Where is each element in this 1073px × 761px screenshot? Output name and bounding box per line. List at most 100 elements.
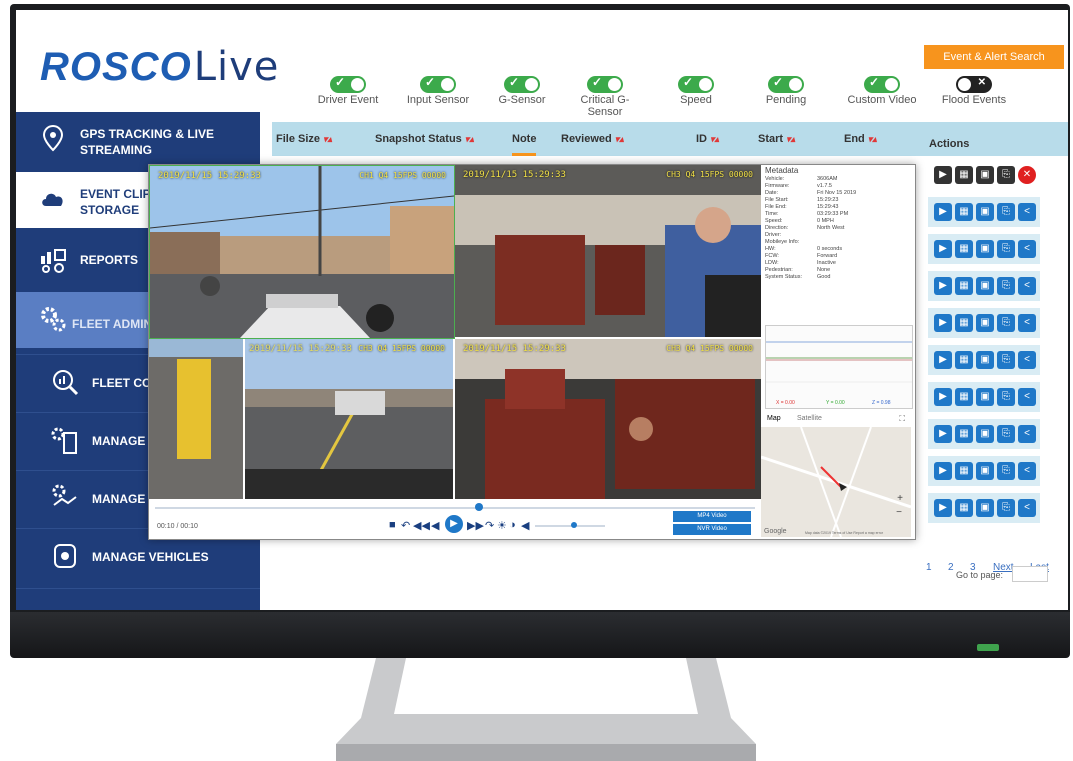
- share-icon[interactable]: <: [1018, 499, 1036, 517]
- camera-interior-driver-view[interactable]: 2019/11/15 15:29:33 CH3 Q4 15FPS 00000: [455, 165, 761, 337]
- thumbnails-icon[interactable]: ▦: [955, 240, 973, 258]
- thumbnails-icon[interactable]: ▦: [955, 388, 973, 406]
- download-icon[interactable]: ⎘: [997, 499, 1015, 517]
- toggle-speed[interactable]: ✓ Speed: [656, 75, 736, 106]
- play-icon[interactable]: ▶: [934, 240, 952, 258]
- download-icon[interactable]: ⎘: [997, 166, 1015, 184]
- thumbnails-icon[interactable]: ▦: [955, 314, 973, 332]
- play-icon[interactable]: ▶: [934, 499, 952, 517]
- download-icon[interactable]: ⎘: [997, 462, 1015, 480]
- progress-handle[interactable]: [475, 503, 483, 511]
- toggle-flood-events[interactable]: ✕ Flood Events: [934, 76, 1014, 106]
- col-snapshot-status[interactable]: Snapshot Status ▾▴: [375, 133, 474, 145]
- rewind-icon[interactable]: ◀◀: [413, 519, 430, 532]
- thumbnails-icon[interactable]: ▦: [955, 425, 973, 443]
- thumbnails-icon[interactable]: ▦: [955, 277, 973, 295]
- volume-slider[interactable]: [535, 525, 605, 527]
- image-icon[interactable]: ▣: [976, 351, 994, 369]
- toggle-driver-event[interactable]: ✓ Driver Event: [308, 75, 388, 106]
- play-icon[interactable]: ▶: [934, 203, 952, 221]
- image-icon[interactable]: ▣: [976, 462, 994, 480]
- download-icon[interactable]: ⎘: [997, 203, 1015, 221]
- image-icon[interactable]: ▣: [976, 240, 994, 258]
- col-file-size[interactable]: File Size ▾▴: [276, 133, 332, 145]
- page-1[interactable]: 1: [926, 562, 932, 573]
- camera-side-view[interactable]: [149, 339, 243, 499]
- event-alert-search-button[interactable]: Event & Alert Search: [924, 45, 1064, 69]
- brightness-icon[interactable]: ☀: [497, 519, 507, 532]
- image-icon[interactable]: ▣: [976, 166, 994, 184]
- volume-handle[interactable]: [571, 522, 577, 528]
- image-icon[interactable]: ▣: [976, 277, 994, 295]
- sidebar-item-gps-tracking[interactable]: GPS TRACKING & LIVE STREAMING: [16, 112, 260, 168]
- image-icon[interactable]: ▣: [976, 499, 994, 517]
- share-icon[interactable]: <: [1018, 351, 1036, 369]
- play-icon[interactable]: ▶: [934, 351, 952, 369]
- play-icon[interactable]: ▶: [934, 277, 952, 295]
- nvr-video-button[interactable]: NVR Video: [673, 524, 751, 535]
- delete-icon[interactable]: ✕: [1018, 166, 1036, 184]
- zoom-in-icon[interactable]: +: [897, 493, 903, 504]
- step-forward-icon[interactable]: ↷: [485, 519, 494, 532]
- share-icon[interactable]: <: [1018, 277, 1036, 295]
- share-icon[interactable]: <: [1018, 203, 1036, 221]
- fast-forward-icon[interactable]: ▶▶: [467, 519, 484, 532]
- satellite-tab[interactable]: Satellite: [797, 415, 822, 422]
- col-end[interactable]: End ▾▴: [844, 133, 877, 145]
- thumbnails-icon[interactable]: ▦: [955, 203, 973, 221]
- prev-frame-icon[interactable]: ◀: [431, 519, 439, 532]
- camera-rear-road-view[interactable]: 2019/11/15 15:29:33 CH3 Q4 15FPS 00000: [245, 339, 453, 499]
- goto-page-input[interactable]: [1012, 566, 1048, 582]
- share-icon[interactable]: <: [1018, 240, 1036, 258]
- col-start[interactable]: Start ▾▴: [758, 133, 795, 145]
- share-icon[interactable]: <: [1018, 388, 1036, 406]
- step-back-icon[interactable]: ↶: [401, 519, 410, 532]
- thumbnails-icon[interactable]: ▦: [955, 499, 973, 517]
- fullscreen-icon[interactable]: ⛶: [899, 414, 905, 424]
- download-icon[interactable]: ⎘: [997, 314, 1015, 332]
- play-icon[interactable]: ▶: [934, 166, 952, 184]
- zoom-out-icon[interactable]: −: [896, 507, 902, 518]
- volume-icon[interactable]: ◀: [521, 519, 529, 532]
- share-icon[interactable]: <: [1018, 314, 1036, 332]
- stop-icon[interactable]: ■: [389, 519, 396, 531]
- download-icon[interactable]: ⎘: [997, 425, 1015, 443]
- download-icon[interactable]: ⎘: [997, 277, 1015, 295]
- image-icon[interactable]: ▣: [976, 314, 994, 332]
- col-id[interactable]: ID ▾▴: [696, 133, 719, 145]
- share-icon[interactable]: <: [1018, 462, 1036, 480]
- metadata-row: Driver:: [765, 232, 782, 238]
- thumbnails-icon[interactable]: ▦: [955, 166, 973, 184]
- camera-interior-seats-view[interactable]: 2019/11/15 15:29:33 CH3 Q4 15FPS 00000: [455, 339, 761, 499]
- download-icon[interactable]: ⎘: [997, 351, 1015, 369]
- download-icon[interactable]: ⎘: [997, 388, 1015, 406]
- page-2[interactable]: 2: [948, 562, 954, 573]
- camera-front-view[interactable]: 2019/11/15 15:29:33 CH1 Q4 15FPS 00000: [149, 165, 455, 339]
- map-panel[interactable]: Map Satellite ⛶ + − Google Map data ©201…: [761, 411, 911, 537]
- map-tab[interactable]: Map: [767, 415, 781, 422]
- play-icon[interactable]: ▶: [934, 425, 952, 443]
- col-reviewed[interactable]: Reviewed ▾▴: [561, 133, 624, 145]
- play-icon[interactable]: ▶: [934, 314, 952, 332]
- toggle-input-sensor[interactable]: ✓ Input Sensor: [398, 75, 478, 106]
- share-icon[interactable]: <: [1018, 425, 1036, 443]
- play-icon[interactable]: ▶: [934, 388, 952, 406]
- cloud-icon: [38, 184, 68, 214]
- image-icon[interactable]: ▣: [976, 203, 994, 221]
- sidebar-item-more[interactable]: [16, 588, 260, 610]
- image-icon[interactable]: ▣: [976, 388, 994, 406]
- contrast-icon[interactable]: ◑: [509, 519, 516, 531]
- thumbnails-icon[interactable]: ▦: [955, 351, 973, 369]
- progress-bar[interactable]: [155, 507, 755, 509]
- image-icon[interactable]: ▣: [976, 425, 994, 443]
- col-note[interactable]: Note: [512, 133, 537, 156]
- play-icon[interactable]: ▶: [934, 462, 952, 480]
- thumbnails-icon[interactable]: ▦: [955, 462, 973, 480]
- toggle-critical-g-sensor[interactable]: ✓ Critical G-Sensor: [570, 75, 640, 118]
- play-icon[interactable]: ▶: [445, 515, 463, 533]
- toggle-pending[interactable]: ✓ Pending: [746, 75, 826, 106]
- mp4-video-button[interactable]: MP4 Video: [673, 511, 751, 522]
- toggle-g-sensor[interactable]: ✓ G-Sensor: [482, 75, 562, 106]
- toggle-custom-video[interactable]: ✓ Custom Video: [842, 75, 922, 106]
- download-icon[interactable]: ⎘: [997, 240, 1015, 258]
